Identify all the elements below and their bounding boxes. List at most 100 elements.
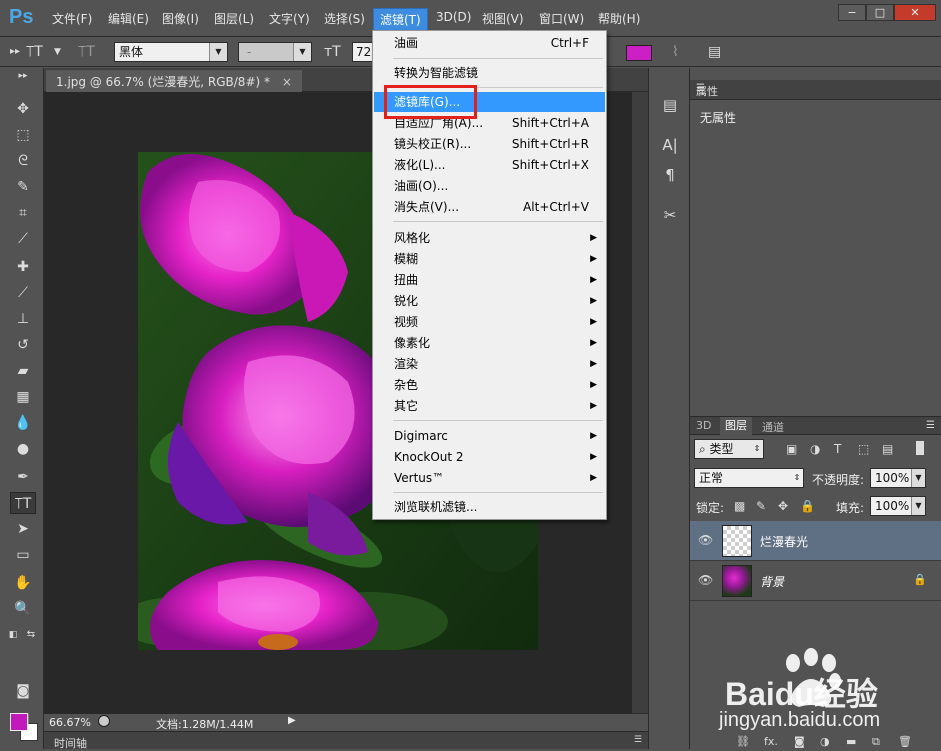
character-panel-icon[interactable]: A| xyxy=(658,134,682,156)
history-brush-tool-icon[interactable]: ↺ xyxy=(10,334,36,356)
layer-name[interactable]: 背景 xyxy=(760,573,784,590)
zoom-level[interactable]: 66.67% xyxy=(49,716,91,729)
menu-edit[interactable]: 编辑(E) xyxy=(108,10,149,27)
menu-item-sharpen[interactable]: 锐化 ▶ xyxy=(374,291,605,311)
path-select-tool-icon[interactable]: ➤ xyxy=(10,518,36,540)
gradient-tool-icon[interactable]: ▦ xyxy=(10,386,36,408)
menu-layer[interactable]: 图层(L) xyxy=(214,10,254,27)
panel-menu-icon[interactable]: ☰ xyxy=(926,420,935,431)
character-panel-icon[interactable]: ▤ xyxy=(708,44,721,60)
menu-view[interactable]: 视图(V) xyxy=(482,10,524,27)
type-tool-icon[interactable]: ⟙T xyxy=(10,492,36,514)
adjustment-filter-icon[interactable]: ◑ xyxy=(810,442,820,456)
shape-filter-icon[interactable]: ⬚ xyxy=(858,442,869,456)
marquee-tool-icon[interactable]: ⬚ xyxy=(10,124,36,146)
collapse-icon[interactable]: ▸▸ xyxy=(10,70,36,82)
text-orientation-icon[interactable]: ⟙T xyxy=(78,44,95,60)
clone-stamp-tool-icon[interactable]: ⊥ xyxy=(10,308,36,330)
menu-filter[interactable]: 滤镜(T) xyxy=(373,8,428,31)
font-family-select[interactable]: 黑体 ▼ xyxy=(114,42,228,62)
text-tool-preset-icon[interactable]: ⟙T xyxy=(26,44,43,60)
lock-image-icon[interactable]: ✎ xyxy=(756,499,766,513)
blend-mode-select[interactable]: 正常 ⇕ xyxy=(694,468,804,488)
menu-item-blur[interactable]: 模糊 ▶ xyxy=(374,249,605,269)
lock-transparent-icon[interactable]: ▩ xyxy=(734,499,745,513)
menu-item-knockout[interactable]: KnockOut 2 ▶ xyxy=(374,447,605,467)
properties-tab[interactable]: 属性 ☰ xyxy=(690,80,941,100)
rectangle-tool-icon[interactable]: ▭ xyxy=(10,544,36,566)
menu-item-noise[interactable]: 杂色 ▶ xyxy=(374,375,605,395)
menu-item-oil-paint[interactable]: 油画(O)... xyxy=(374,176,605,196)
menu-3d[interactable]: 3D(D) xyxy=(436,10,471,24)
eyedropper-tool-icon[interactable]: ⟋ xyxy=(10,228,36,250)
minimize-button[interactable]: − xyxy=(838,4,866,21)
blur-tool-icon[interactable]: 💧 xyxy=(10,412,36,434)
type-filter-icon[interactable]: T xyxy=(834,442,841,456)
visibility-eye-icon[interactable]: 👁 xyxy=(698,573,713,587)
document-tab[interactable]: 1.jpg @ 66.7% (烂漫春光, RGB/8#) * × xyxy=(46,70,302,92)
menu-select[interactable]: 选择(S) xyxy=(324,10,365,27)
menu-item-other[interactable]: 其它 ▶ xyxy=(374,396,605,416)
tab-layers[interactable]: 图层 xyxy=(720,417,752,435)
menu-item-convert-smart-filter[interactable]: 转换为智能滤镜 xyxy=(374,63,605,83)
status-menu-icon[interactable] xyxy=(98,715,110,727)
warp-text-icon[interactable]: ⌇ xyxy=(672,44,679,60)
close-tab-icon[interactable]: × xyxy=(282,75,292,89)
default-colors-icon[interactable]: ◧ xyxy=(6,624,20,646)
brush-tool-icon[interactable]: ⟋ xyxy=(10,282,36,304)
menu-item-lens-correction[interactable]: 镜头校正(R)... Shift+Ctrl+R xyxy=(374,134,605,154)
menu-type[interactable]: 文字(Y) xyxy=(269,10,310,27)
menu-item-vanishing-point[interactable]: 消失点(V)... Alt+Ctrl+V xyxy=(374,197,605,217)
maximize-button[interactable]: □ xyxy=(866,4,894,21)
menu-item-stylize[interactable]: 风格化 ▶ xyxy=(374,228,605,248)
hand-tool-icon[interactable]: ✋ xyxy=(10,572,36,594)
font-style-select[interactable]: - ▼ xyxy=(238,42,312,62)
visibility-eye-icon[interactable]: 👁 xyxy=(698,533,713,547)
tool-presets-icon[interactable]: ✂ xyxy=(658,204,682,226)
tab-channels[interactable]: 通道 xyxy=(762,419,784,435)
quick-select-tool-icon[interactable]: ✎ xyxy=(10,176,36,198)
menu-item-browse-filters-online[interactable]: 浏览联机滤镜... xyxy=(374,497,605,517)
menu-item-vertus[interactable]: Vertus™ ▶ xyxy=(374,468,605,488)
menu-item-pixelate[interactable]: 像素化 ▶ xyxy=(374,333,605,353)
foreground-color-swatch[interactable] xyxy=(10,713,28,731)
pen-tool-icon[interactable]: ✒ xyxy=(10,466,36,488)
quick-mask-icon[interactable]: ◙ xyxy=(10,680,36,702)
menu-item-digimarc[interactable]: Digimarc ▶ xyxy=(374,426,605,446)
move-tool-icon[interactable]: ✥ xyxy=(10,98,36,120)
menu-item-render[interactable]: 渲染 ▶ xyxy=(374,354,605,374)
history-panel-icon[interactable]: ▤ xyxy=(658,94,682,116)
fill-input[interactable]: 100% ▼ xyxy=(870,496,926,516)
lasso-tool-icon[interactable]: ᘓ xyxy=(10,150,36,172)
font-size-input[interactable]: 72 xyxy=(352,42,374,62)
dodge-tool-icon[interactable]: ● xyxy=(10,438,36,460)
filter-toggle[interactable] xyxy=(916,441,924,455)
chevron-down-icon[interactable]: ▼ xyxy=(54,47,61,57)
healing-brush-tool-icon[interactable]: ✚ xyxy=(10,256,36,278)
crop-tool-icon[interactable]: ⌗ xyxy=(10,202,36,224)
close-button[interactable]: ✕ xyxy=(894,4,936,21)
menu-item-liquify[interactable]: 液化(L)... Shift+Ctrl+X xyxy=(374,155,605,175)
text-color-swatch[interactable] xyxy=(626,45,652,61)
menu-file[interactable]: 文件(F) xyxy=(52,10,92,27)
layer-name[interactable]: 烂漫春光 xyxy=(760,533,808,550)
menu-item-video[interactable]: 视频 ▶ xyxy=(374,312,605,332)
menu-item-distort[interactable]: 扭曲 ▶ xyxy=(374,270,605,290)
vertical-scrollbar[interactable] xyxy=(632,92,648,713)
layer-row[interactable]: 👁 背景 🔒 xyxy=(690,561,941,601)
layer-row[interactable]: 👁 烂漫春光 xyxy=(690,521,941,561)
timeline-panel-bar[interactable]: 时间轴 ☰ xyxy=(44,731,648,750)
lock-position-icon[interactable]: ✥ xyxy=(778,499,788,513)
paragraph-panel-icon[interactable]: ¶ xyxy=(658,164,682,186)
status-arrow-icon[interactable]: ▶ xyxy=(288,715,296,726)
eraser-tool-icon[interactable]: ▰ xyxy=(10,360,36,382)
zoom-tool-icon[interactable]: 🔍 xyxy=(10,598,36,620)
tab-3d[interactable]: 3D xyxy=(696,419,711,432)
panel-menu-icon[interactable]: ☰ xyxy=(696,83,935,94)
swap-colors-icon[interactable]: ⇆ xyxy=(24,624,38,646)
panel-menu-icon[interactable]: ☰ xyxy=(634,735,642,745)
menu-image[interactable]: 图像(I) xyxy=(162,10,199,27)
opacity-input[interactable]: 100% ▼ xyxy=(870,468,926,488)
pixel-filter-icon[interactable]: ▣ xyxy=(786,442,797,456)
menu-help[interactable]: 帮助(H) xyxy=(598,10,640,27)
